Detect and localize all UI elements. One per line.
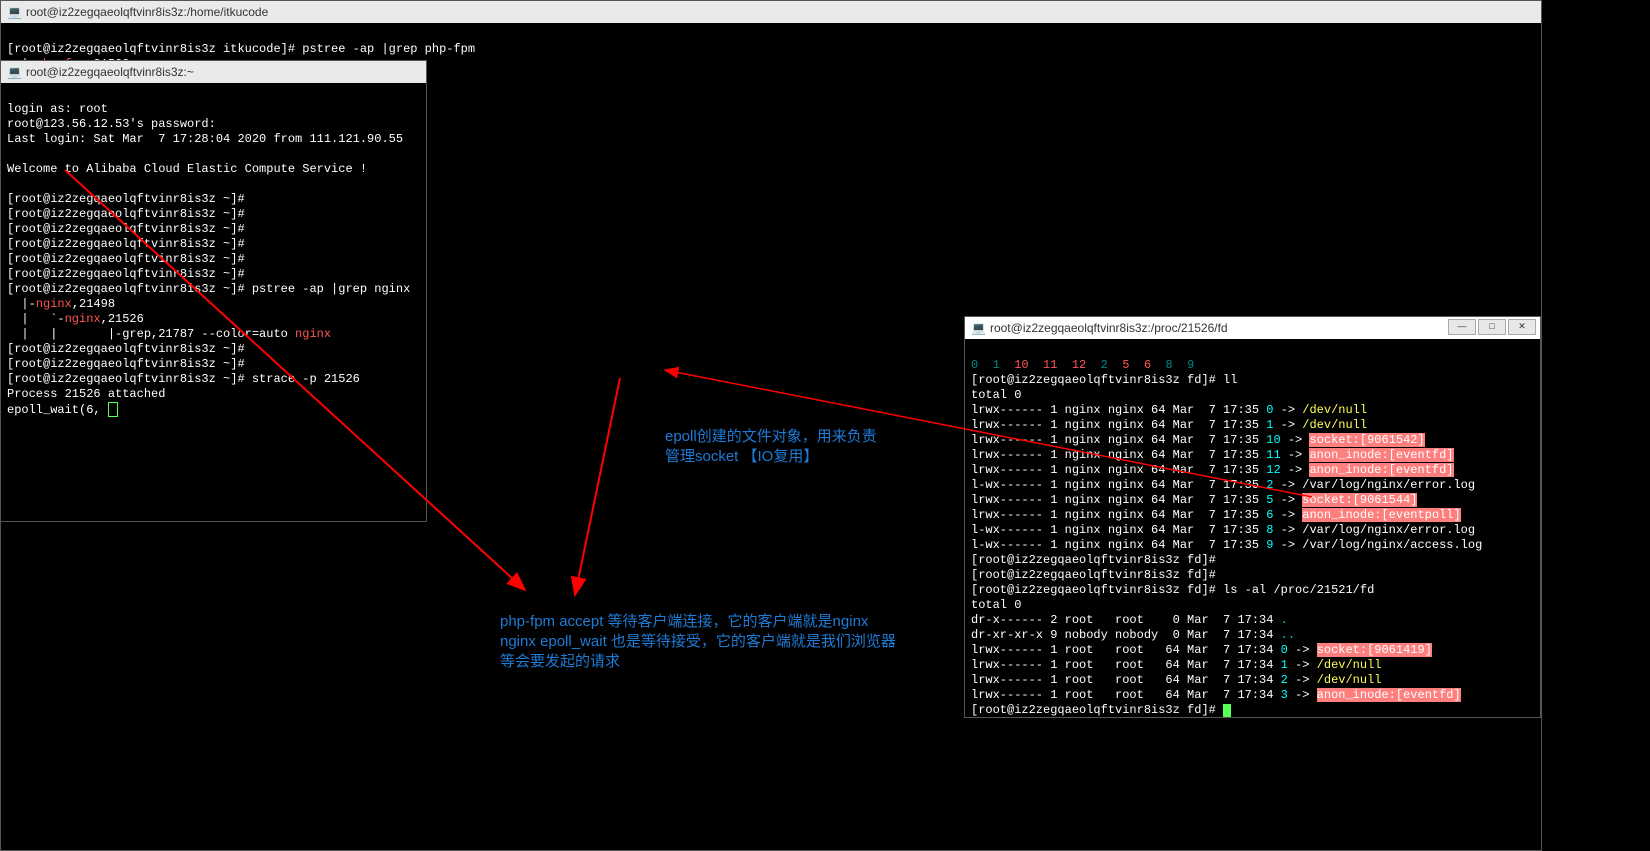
- prompt: [root@iz2zegqaeolqftvinr8is3z ~]#: [7, 372, 252, 386]
- titlebar-3[interactable]: 💻 root@iz2zegqaeolqftvinr8is3z:/proc/215…: [965, 317, 1540, 339]
- prompt: [root@iz2zegqaeolqftvinr8is3z ~]#: [7, 207, 245, 221]
- prompt: [root@iz2zegqaeolqftvinr8is3z ~]#: [7, 342, 245, 356]
- maximize-button[interactable]: □: [1478, 319, 1506, 335]
- cursor: [1223, 704, 1231, 717]
- fd-tab: 8: [1165, 358, 1172, 372]
- putty-icon: 💻: [7, 65, 22, 79]
- prompt: [root@iz2zegqaeolqftvinr8is3z ~]#: [7, 282, 252, 296]
- fd-tab: 5: [1122, 358, 1129, 372]
- fd-target: /dev/null: [1302, 403, 1367, 417]
- command: pstree -ap |grep php-fpm: [302, 42, 475, 56]
- minimize-button[interactable]: —: [1448, 319, 1476, 335]
- fd-tab: 9: [1187, 358, 1194, 372]
- prompt: [root@iz2zegqaeolqftvinr8is3z ~]#: [7, 267, 245, 281]
- prompt: [root@iz2zegqaeolqftvinr8is3z fd]#: [971, 568, 1216, 582]
- fd-target-anon: anon_inode:[eventfd]: [1309, 448, 1453, 462]
- fd-tab: 11: [1043, 358, 1057, 372]
- terminal-window-2: 💻 root@iz2zegqaeolqftvinr8is3z:~ login a…: [0, 60, 427, 522]
- title-2: root@iz2zegqaeolqftvinr8is3z:~: [26, 65, 194, 79]
- process-name: nginx: [295, 327, 331, 341]
- titlebar-1[interactable]: 💻 root@iz2zegqaeolqftvinr8is3z:/home/itk…: [1, 1, 1541, 23]
- fd-target-anon: anon_inode:[eventfd]: [1317, 688, 1461, 702]
- prompt: [root@iz2zegqaeolqftvinr8is3z ~]#: [7, 357, 245, 371]
- command: ls -al /proc/21521/fd: [1223, 583, 1374, 597]
- fd-target: /dev/null: [1302, 418, 1367, 432]
- prompt: [root@iz2zegqaeolqftvinr8is3z fd]# ll: [971, 373, 1237, 387]
- title-3: root@iz2zegqaeolqftvinr8is3z:/proc/21526…: [990, 321, 1228, 335]
- prompt: [root@iz2zegqaeolqftvinr8is3z fd]#: [971, 553, 1216, 567]
- fd-target-socket: socket:[9061542]: [1309, 433, 1424, 447]
- process-name: nginx: [36, 297, 72, 311]
- fd-num: 0: [1281, 643, 1288, 657]
- terminal-output-3[interactable]: 0 1 10 11 12 2 5 6 8 9 [root@iz2zegqaeol…: [965, 339, 1540, 737]
- annotation-explanation: php-fpm accept 等待客户端连接，它的客户端就是nginx ngin…: [500, 612, 896, 672]
- fd-target-eventpoll: anon_inode:[eventpoll]: [1302, 508, 1460, 522]
- fd-num: 2: [1281, 673, 1288, 687]
- fd-tab: 2: [1101, 358, 1108, 372]
- fd-target: /dev/null: [1317, 673, 1382, 687]
- putty-icon: 💻: [7, 5, 22, 19]
- command: pstree -ap |grep nginx: [252, 282, 410, 296]
- fd-tab: 1: [993, 358, 1000, 372]
- fd-num: 3: [1281, 688, 1288, 702]
- fd-tab: 10: [1014, 358, 1028, 372]
- fd-num: 12: [1266, 463, 1280, 477]
- prompt: [root@iz2zegqaeolqftvinr8is3z ~]#: [7, 192, 245, 206]
- prompt: [root@iz2zegqaeolqftvinr8is3z ~]#: [7, 252, 245, 266]
- fd-target-socket: socket:[9061544]: [1302, 493, 1417, 507]
- prompt: [root@iz2zegqaeolqftvinr8is3z fd]#: [971, 583, 1223, 597]
- annotation-epoll: epoll创建的文件对象，用来负责 管理socket 【IO复用】: [665, 427, 877, 467]
- fd-target-socket: socket:[9061419]: [1317, 643, 1432, 657]
- fd-num: 11: [1266, 448, 1280, 462]
- fd-target-anon: anon_inode:[eventfd]: [1309, 463, 1453, 477]
- close-button[interactable]: ✕: [1508, 319, 1536, 335]
- fd-tab: 12: [1072, 358, 1086, 372]
- titlebar-2[interactable]: 💻 root@iz2zegqaeolqftvinr8is3z:~: [1, 61, 426, 83]
- prompt: [root@iz2zegqaeolqftvinr8is3z ~]#: [7, 222, 245, 236]
- cursor: [108, 402, 118, 417]
- fd-num: 10: [1266, 433, 1280, 447]
- fd-tab: 0: [971, 358, 978, 372]
- fd-tab: 6: [1144, 358, 1151, 372]
- prompt: [root@iz2zegqaeolqftvinr8is3z itkucode]#: [7, 42, 302, 56]
- terminal-output-2[interactable]: login as: root root@123.56.12.53's passw…: [1, 83, 426, 437]
- command: strace -p 21526: [252, 372, 360, 386]
- prompt: [root@iz2zegqaeolqftvinr8is3z ~]#: [7, 237, 245, 251]
- title-1: root@iz2zegqaeolqftvinr8is3z:/home/itkuc…: [26, 5, 268, 19]
- fd-num: 1: [1281, 658, 1288, 672]
- window-controls: — □ ✕: [1448, 319, 1536, 335]
- epoll-wait-call: epoll_wait(6,: [7, 403, 108, 417]
- terminal-window-3: 💻 root@iz2zegqaeolqftvinr8is3z:/proc/215…: [964, 316, 1541, 718]
- putty-icon: 💻: [971, 321, 986, 335]
- fd-target: /dev/null: [1317, 658, 1382, 672]
- process-name: nginx: [65, 312, 101, 326]
- prompt: [root@iz2zegqaeolqftvinr8is3z fd]#: [971, 703, 1223, 717]
